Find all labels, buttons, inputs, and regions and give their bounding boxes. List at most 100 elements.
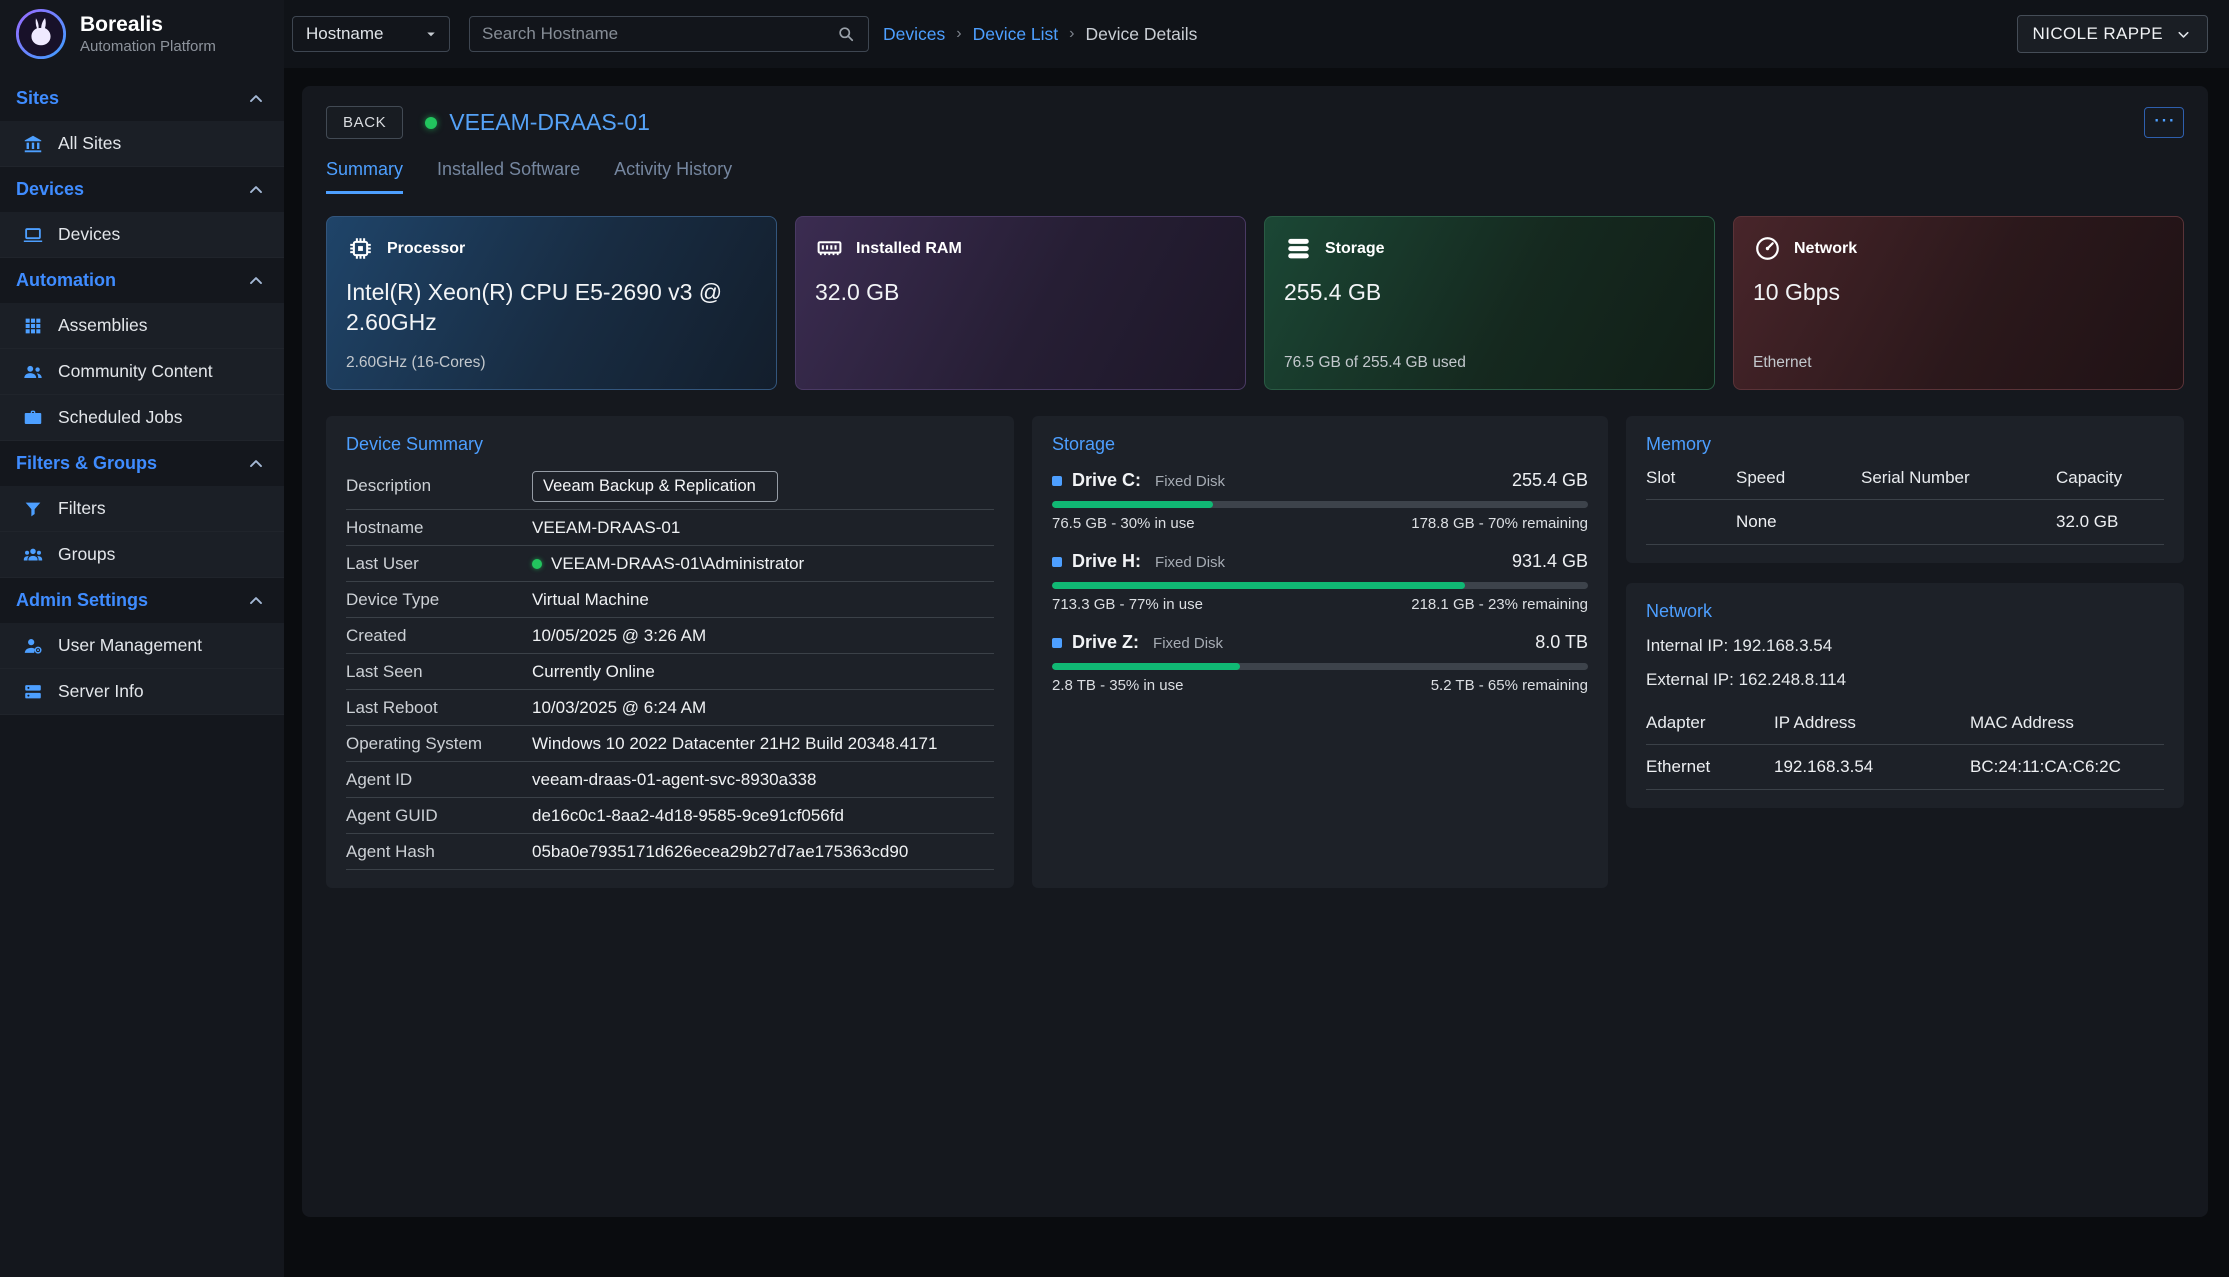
search-icon[interactable] xyxy=(836,24,856,44)
memory-serial-value xyxy=(1861,500,2056,544)
device-summary-table: Description Hostname VEEAM-DRAAS-01 Last… xyxy=(346,463,994,870)
drive-type: Fixed Disk xyxy=(1155,473,1225,490)
section-label: Automation xyxy=(16,270,116,291)
breadcrumb-separator: › xyxy=(1069,25,1074,43)
storage-stack-icon xyxy=(1284,234,1313,263)
sidebar-section-devices[interactable]: Devices xyxy=(0,167,284,212)
network-title: Network xyxy=(1646,601,2164,622)
table-row: Last User VEEAM-DRAAS-01\Administrator xyxy=(346,546,994,582)
breadcrumb-separator: › xyxy=(956,25,961,43)
memory-title: Memory xyxy=(1646,434,2164,455)
network-col-header: MAC Address xyxy=(1970,700,2164,744)
chevron-up-icon xyxy=(246,180,266,200)
section-label: Admin Settings xyxy=(16,590,148,611)
drive-bullet-icon xyxy=(1052,638,1062,648)
sidebar-item-label: Groups xyxy=(58,544,115,565)
sidebar-item-server-info[interactable]: Server Info xyxy=(0,669,284,715)
breadcrumb-device-list-link[interactable]: Device List xyxy=(973,24,1059,45)
right-column: Memory Slot Speed Serial Number Capacity… xyxy=(1626,416,2184,808)
chevron-up-icon xyxy=(246,271,266,291)
drive-used-text: 76.5 GB - 30% in use xyxy=(1052,515,1195,532)
user-gear-icon xyxy=(22,635,44,657)
tab-summary[interactable]: Summary xyxy=(326,159,403,194)
drive-usage-bar xyxy=(1052,501,1588,508)
sidebar: Sites All Sites Devices Devices Automati… xyxy=(0,68,284,1277)
search-box xyxy=(469,16,869,52)
sidebar-item-community-content[interactable]: Community Content xyxy=(0,349,284,395)
more-options-button[interactable]: ⋯ xyxy=(2144,107,2184,138)
back-button[interactable]: BACK xyxy=(326,106,403,139)
sidebar-item-filters[interactable]: Filters xyxy=(0,486,284,532)
table-row: Ethernet 192.168.3.54 BC:24:11:CA:C6:2C xyxy=(1646,745,2164,790)
sidebar-section-automation[interactable]: Automation xyxy=(0,258,284,303)
stat-card-title: Storage xyxy=(1325,240,1385,258)
breadcrumb-devices-link[interactable]: Devices xyxy=(883,24,945,45)
sidebar-item-scheduled-jobs[interactable]: Scheduled Jobs xyxy=(0,395,284,441)
chevron-up-icon xyxy=(246,591,266,611)
network-header-row: Adapter IP Address MAC Address xyxy=(1646,700,2164,745)
sidebar-section-sites[interactable]: Sites xyxy=(0,76,284,121)
row-label: Agent ID xyxy=(346,770,532,790)
sidebar-item-label: Scheduled Jobs xyxy=(58,407,183,428)
network-col-header: Adapter xyxy=(1646,700,1774,744)
sidebar-item-groups[interactable]: Groups xyxy=(0,532,284,578)
sidebar-item-all-sites[interactable]: All Sites xyxy=(0,121,284,167)
row-label: Hostname xyxy=(346,518,532,538)
device-summary-title: Device Summary xyxy=(346,434,994,455)
sidebar-section-admin-settings[interactable]: Admin Settings xyxy=(0,578,284,623)
sidebar-item-label: Community Content xyxy=(58,361,213,382)
drive-usage-fill xyxy=(1052,582,1465,589)
table-row: Agent ID veeam-draas-01-agent-svc-8930a3… xyxy=(346,762,994,798)
mac-address-value: BC:24:11:CA:C6:2C xyxy=(1970,745,2164,789)
briefcase-icon xyxy=(22,407,44,429)
stat-card-title: Installed RAM xyxy=(856,240,962,258)
drive-type: Fixed Disk xyxy=(1155,554,1225,571)
drive-type: Fixed Disk xyxy=(1153,635,1223,652)
stat-card-row: Processor Intel(R) Xeon(R) CPU E5-2690 v… xyxy=(326,216,2184,390)
memory-speed-value: None xyxy=(1736,500,1861,544)
sidebar-item-label: Filters xyxy=(58,498,106,519)
row-value: VEEAM-DRAAS-01 xyxy=(532,518,680,538)
memory-capacity-value: 32.0 GB xyxy=(2056,500,2164,544)
tab-activity-history[interactable]: Activity History xyxy=(614,159,732,194)
stat-card-footer: 2.60GHz (16-Cores) xyxy=(346,354,757,372)
hostname-filter-select[interactable]: Hostname xyxy=(292,16,450,52)
cpu-icon xyxy=(346,234,375,263)
tab-installed-software[interactable]: Installed Software xyxy=(437,159,580,194)
device-details-panel: BACK VEEAM-DRAAS-01 ⋯ Summary Installed … xyxy=(302,86,2208,1217)
sidebar-section-filters-groups[interactable]: Filters & Groups xyxy=(0,441,284,486)
borealis-logo-icon xyxy=(14,7,68,61)
brand: Borealis Automation Platform xyxy=(0,0,284,68)
drive-name: Drive C: xyxy=(1072,470,1141,491)
row-label: Device Type xyxy=(346,590,532,610)
sidebar-item-assemblies[interactable]: Assemblies xyxy=(0,303,284,349)
row-value: VEEAM-DRAAS-01\Administrator xyxy=(532,554,804,574)
sites-building-icon xyxy=(22,133,44,155)
sidebar-item-label: Devices xyxy=(58,224,120,245)
table-row: Operating System Windows 10 2022 Datacen… xyxy=(346,726,994,762)
breadcrumb: Devices › Device List › Device Details xyxy=(883,24,1197,45)
ip-address-value: 192.168.3.54 xyxy=(1774,745,1970,789)
brand-subtitle: Automation Platform xyxy=(80,38,216,55)
user-menu-button[interactable]: NICOLE RAPPE xyxy=(2017,15,2208,53)
stat-card-title: Processor xyxy=(387,240,465,258)
table-row: Agent GUID de16c0c1-8aa2-4d18-9585-9ce91… xyxy=(346,798,994,834)
drive-used-text: 2.8 TB - 35% in use xyxy=(1052,677,1183,694)
stat-card-storage: Storage 255.4 GB 76.5 GB of 255.4 GB use… xyxy=(1264,216,1715,390)
funnel-icon xyxy=(22,498,44,520)
sidebar-item-devices[interactable]: Devices xyxy=(0,212,284,258)
table-row: Created 10/05/2025 @ 3:26 AM xyxy=(346,618,994,654)
search-input[interactable] xyxy=(482,24,828,44)
drive-usage-bar xyxy=(1052,582,1588,589)
chevron-down-icon xyxy=(2175,26,2192,43)
drive-usage-fill xyxy=(1052,663,1240,670)
row-label: Operating System xyxy=(346,734,532,754)
sidebar-item-label: All Sites xyxy=(58,133,121,154)
description-input[interactable] xyxy=(532,471,778,502)
row-label: Last Reboot xyxy=(346,698,532,718)
memory-col-header: Slot xyxy=(1646,455,1736,499)
table-row: Last Seen Currently Online xyxy=(346,654,994,690)
ellipsis-icon: ⋯ xyxy=(2153,109,2175,131)
sidebar-item-user-management[interactable]: User Management xyxy=(0,623,284,669)
chevron-up-icon xyxy=(246,89,266,109)
